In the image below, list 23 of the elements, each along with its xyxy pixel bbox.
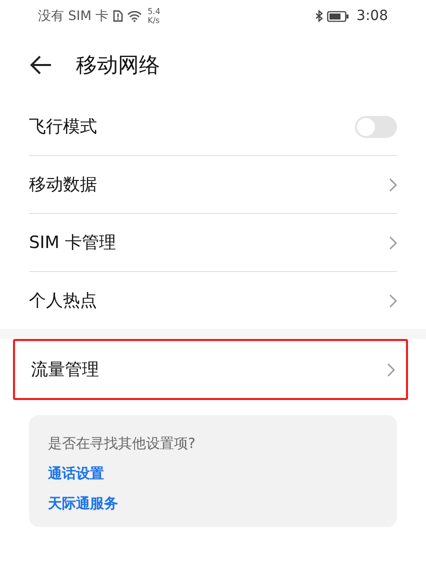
battery-icon (326, 10, 349, 22)
chevron-icon (389, 236, 397, 250)
setting-label[interactable]: 移动数据 (29, 173, 97, 196)
toggle-switch[interactable] (355, 116, 397, 138)
clock-text: 3:08 (356, 8, 388, 24)
sim-alert-icon (112, 10, 123, 22)
setting-label[interactable]: 飞行模式 (29, 115, 97, 138)
speed-value: 5.4 (148, 7, 160, 16)
setting-label[interactable]: SIM 卡管理 (29, 231, 116, 254)
setting-label[interactable]: 流量管理 (31, 358, 99, 381)
speed-unit: K/s (148, 16, 160, 25)
bluetooth-icon (314, 10, 323, 22)
suggestion-question: 是否在寻找其他设置项? (48, 435, 196, 453)
suggestion-link[interactable]: 通话设置 (48, 465, 104, 483)
chevron-icon (387, 362, 395, 376)
chevron-icon (389, 294, 397, 308)
page-title: 移动网络 (76, 52, 160, 79)
setting-label[interactable]: 个人热点 (29, 289, 97, 312)
carrier-text: 没有 SIM 卡 (38, 8, 109, 25)
wifi-icon (126, 10, 142, 22)
chevron-icon (389, 178, 397, 192)
suggestion-link[interactable]: 天际通服务 (48, 495, 118, 513)
back-arrow-icon[interactable] (30, 55, 52, 75)
